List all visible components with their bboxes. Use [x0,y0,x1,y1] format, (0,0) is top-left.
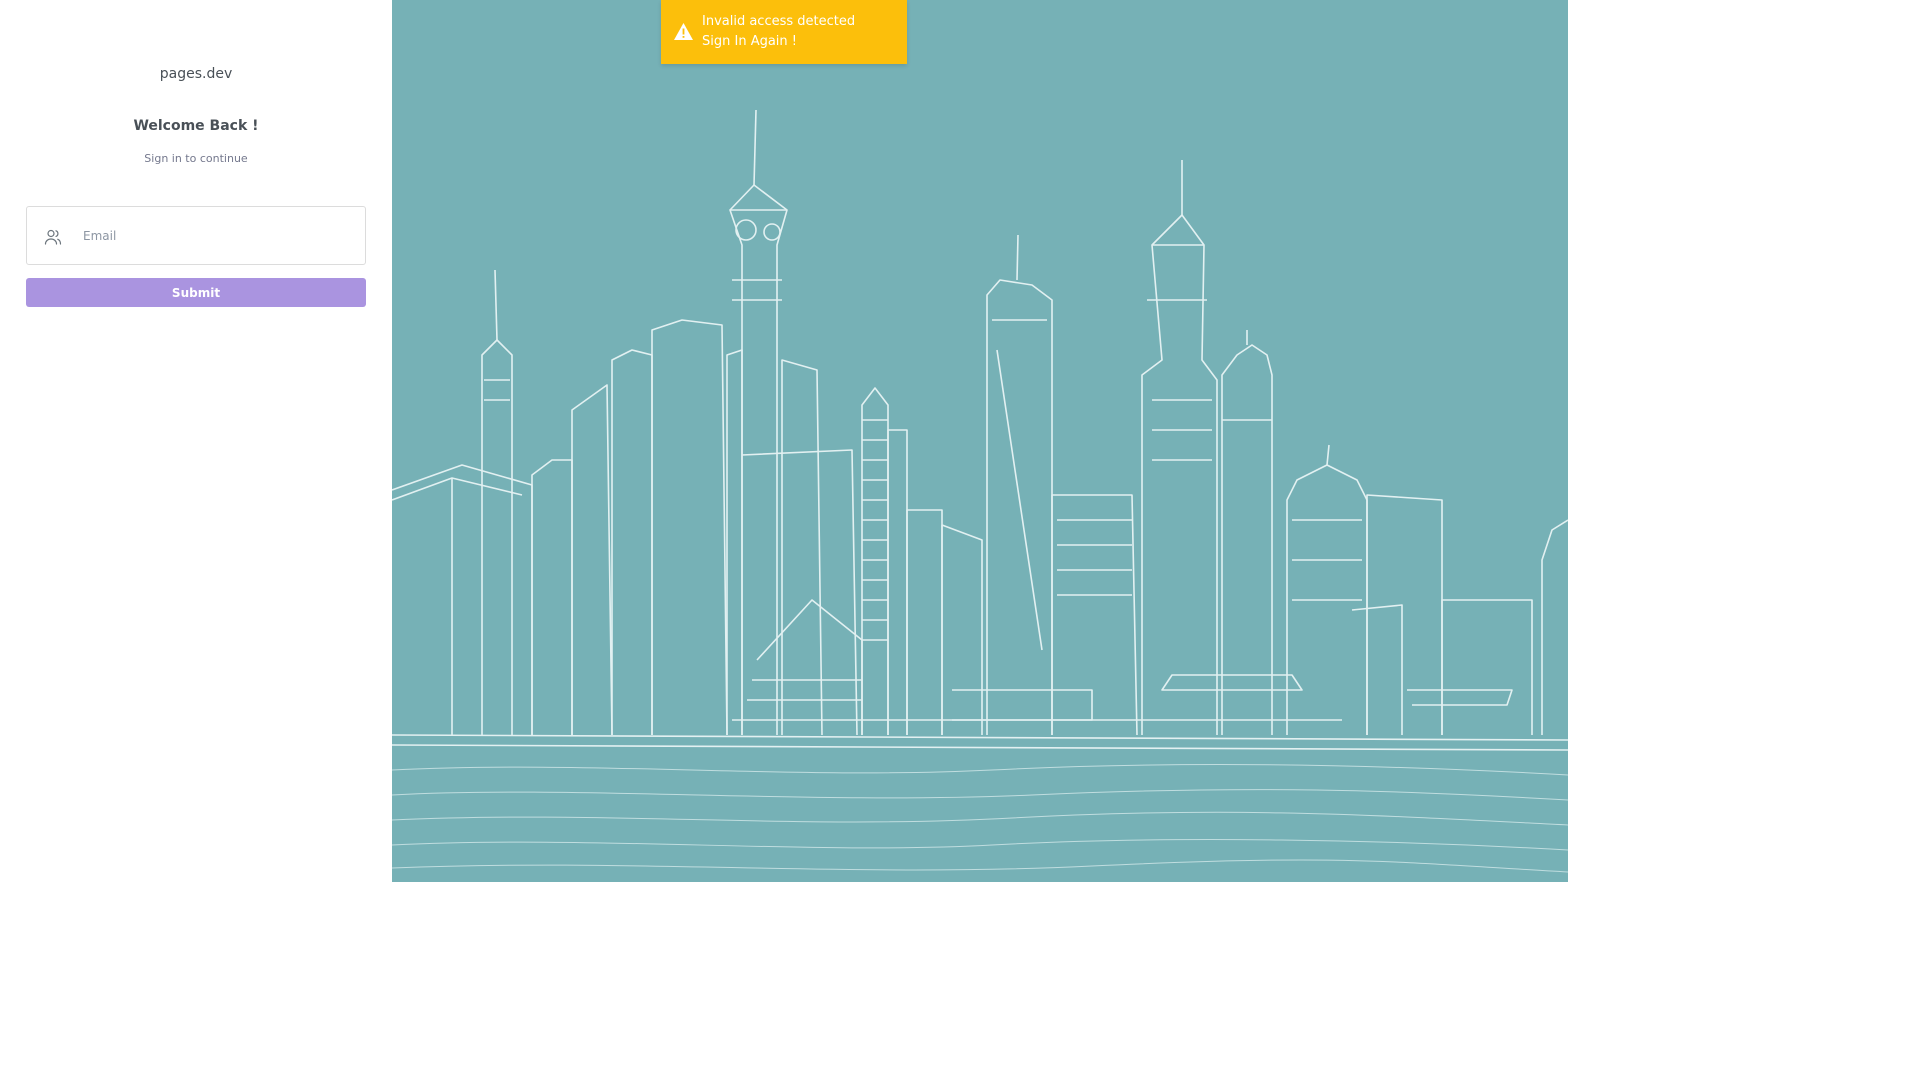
toast-title: Invalid access detected [702,14,856,29]
page-title: Welcome Back ! [133,118,259,134]
warning-triangle-icon [673,22,694,41]
invalid-access-toast[interactable]: Invalid access detected Sign In Again ! [661,0,907,64]
submit-button[interactable]: Submit [26,278,366,307]
brand-name: pages.dev [159,66,233,82]
users-icon [44,228,62,246]
hero-illustration [392,0,1568,882]
email-field[interactable] [81,207,361,264]
toast-message: Sign In Again ! [702,34,797,49]
city-skyline-illustration [392,109,1568,873]
auth-panel: pages.dev Welcome Back ! Sign in to cont… [0,0,392,882]
login-page: pages.dev Welcome Back ! Sign in to cont… [0,0,1568,882]
email-field-group [26,206,366,265]
page-subtitle: Sign in to continue [144,152,248,165]
